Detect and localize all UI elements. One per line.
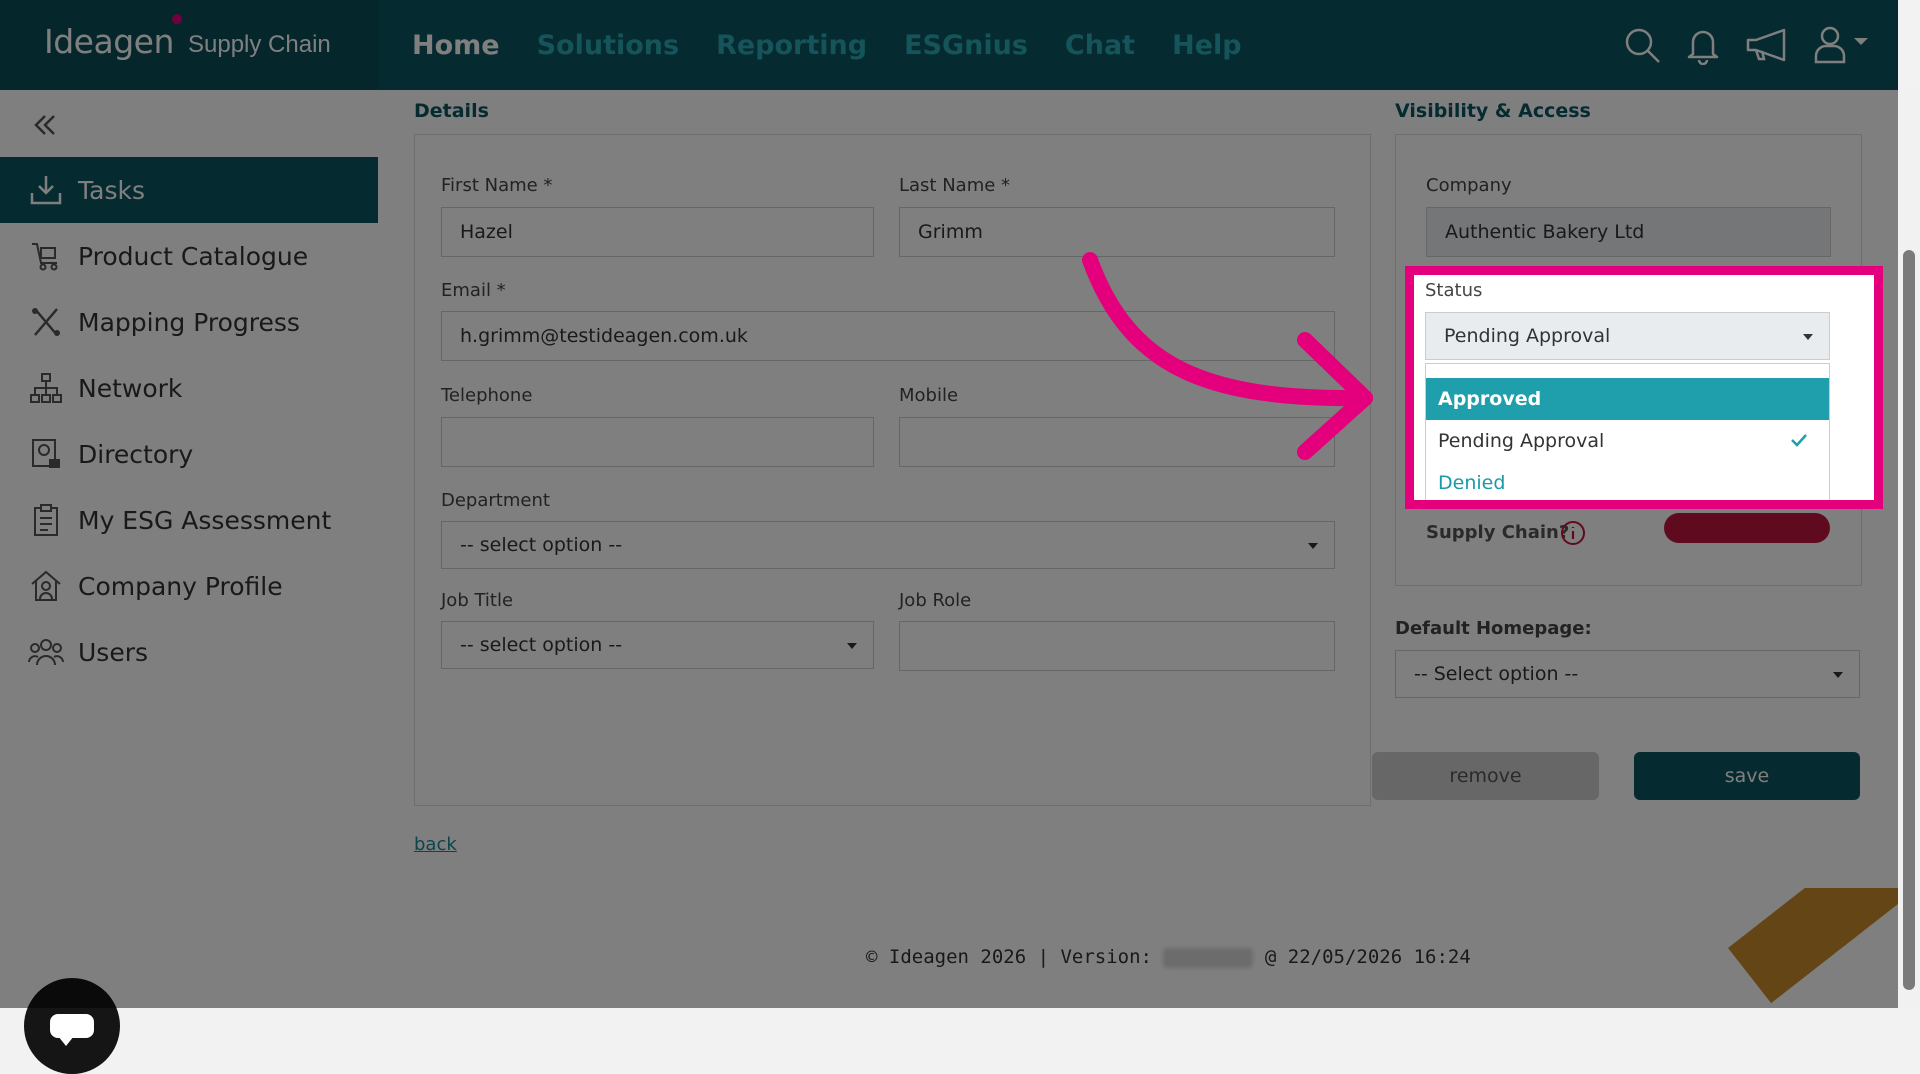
sidebar-item-company-profile[interactable]: Company Profile: [0, 553, 378, 619]
search-icon[interactable]: [1622, 25, 1662, 65]
chevron-down-icon: [1308, 543, 1318, 549]
default-homepage-label: Default Homepage:: [1395, 618, 1592, 639]
highlight-frame: [1405, 266, 1883, 509]
demo-ribbon: DEMO: [1728, 888, 1898, 1008]
chevron-down-icon: [1833, 672, 1843, 678]
job-title-value: -- select option --: [460, 634, 623, 656]
chevron-down-icon: [847, 643, 857, 649]
sidebar-item-label: Tasks: [78, 175, 145, 205]
brand-product: Supply Chain: [188, 31, 331, 58]
telephone-input[interactable]: [441, 417, 874, 467]
company-icon: [28, 568, 64, 604]
mobile-label: Mobile: [899, 385, 959, 406]
sidebar-item-mapping-progress[interactable]: Mapping Progress: [0, 289, 378, 355]
megaphone-icon[interactable]: [1744, 25, 1790, 65]
sidebar-item-label: Users: [78, 637, 149, 667]
default-homepage-value: -- Select option --: [1414, 663, 1579, 685]
sidebar-item-label: My ESG Assessment: [78, 505, 332, 535]
pointer-arrow-icon: [1082, 252, 1373, 460]
details-title: Details: [414, 100, 489, 122]
user-menu-icon[interactable]: [1812, 24, 1870, 66]
visibility-title: Visibility & Access: [1395, 100, 1591, 122]
directory-icon: [28, 436, 64, 472]
sidebar-item-label: Mapping Progress: [78, 307, 300, 337]
first-name-label: First Name *: [441, 175, 553, 196]
department-value: -- select option --: [460, 534, 623, 556]
sidebar-item-tasks[interactable]: Tasks: [0, 157, 378, 223]
department-select[interactable]: -- select option --: [441, 521, 1335, 569]
first-name-input[interactable]: Hazel: [441, 207, 874, 257]
email-label: Email *: [441, 280, 506, 301]
sidebar-item-label: Product Catalogue: [78, 241, 309, 271]
sidebar-item-product-catalogue[interactable]: Product Catalogue: [0, 223, 378, 289]
sidebar: Tasks Product Catalogue Mapping Progress…: [0, 90, 378, 1074]
company-input: Authentic Bakery Ltd: [1426, 207, 1831, 257]
job-title-label: Job Title: [441, 590, 514, 611]
info-icon[interactable]: [1560, 520, 1586, 546]
telephone-label: Telephone: [441, 385, 533, 406]
back-link[interactable]: back: [414, 834, 457, 855]
footer: © Ideagen 2026 | Version: @ 22/05/2026 1…: [866, 946, 1471, 968]
chat-bubble-icon: [50, 1014, 94, 1046]
job-title-select[interactable]: -- select option --: [441, 621, 874, 669]
department-label: Department: [441, 490, 550, 511]
cart-icon: [28, 238, 64, 274]
save-button[interactable]: save: [1634, 752, 1860, 800]
page-scrollbar[interactable]: [1898, 90, 1920, 1008]
top-bar: Ideagen Supply Chain Home Solutions Repo…: [0, 0, 1898, 90]
footer-timestamp: @ 22/05/2026 16:24: [1264, 946, 1471, 968]
users-icon: [28, 634, 64, 670]
details-panel: First Name * Hazel Last Name * Grimm Ema…: [414, 134, 1371, 806]
network-icon: [28, 370, 64, 406]
default-homepage-select[interactable]: -- Select option --: [1395, 650, 1860, 698]
sidebar-menu: Tasks Product Catalogue Mapping Progress…: [0, 157, 378, 685]
nav-help[interactable]: Help: [1172, 30, 1242, 61]
job-role-input[interactable]: [899, 621, 1335, 671]
supply-chain-toggle[interactable]: [1664, 513, 1830, 543]
main-nav: Home Solutions Reporting ESGnius Chat He…: [412, 0, 1242, 90]
chat-launcher-button[interactable]: [24, 978, 120, 1074]
job-role-label: Job Role: [899, 590, 972, 611]
supply-chain-label: Supply Chain?: [1426, 522, 1570, 543]
sidebar-item-label: Company Profile: [78, 571, 283, 601]
sidebar-item-network[interactable]: Network: [0, 355, 378, 421]
tasks-icon: [28, 172, 64, 208]
nav-home[interactable]: Home: [412, 30, 500, 61]
sidebar-item-label: Directory: [78, 439, 194, 469]
sidebar-item-my-esg-assessment[interactable]: My ESG Assessment: [0, 487, 378, 553]
sidebar-item-directory[interactable]: Directory: [0, 421, 378, 487]
footer-copyright: © Ideagen 2026 | Version:: [866, 946, 1152, 968]
company-label: Company: [1426, 175, 1512, 196]
scrollbar-thumb[interactable]: [1903, 250, 1915, 990]
bell-icon[interactable]: [1684, 25, 1722, 65]
nav-reporting[interactable]: Reporting: [716, 30, 867, 61]
main-content: Details First Name * Hazel Last Name * G…: [378, 90, 1898, 1008]
clipboard-icon: [28, 502, 64, 538]
brand-dot-icon: [172, 14, 182, 24]
nav-solutions[interactable]: Solutions: [537, 30, 679, 61]
brand-logo[interactable]: Ideagen Supply Chain: [0, 0, 378, 90]
sidebar-item-label: Network: [78, 373, 183, 403]
brand-name: Ideagen: [44, 22, 174, 61]
version-redacted: [1163, 947, 1254, 968]
nav-chat[interactable]: Chat: [1065, 30, 1135, 61]
nav-esgnius[interactable]: ESGnius: [904, 30, 1028, 61]
mapping-icon: [28, 304, 64, 340]
collapse-sidebar-icon[interactable]: [30, 110, 60, 140]
top-icons: [1622, 0, 1870, 90]
sidebar-item-users[interactable]: Users: [0, 619, 378, 685]
remove-button[interactable]: remove: [1372, 752, 1599, 800]
last-name-label: Last Name *: [899, 175, 1011, 196]
